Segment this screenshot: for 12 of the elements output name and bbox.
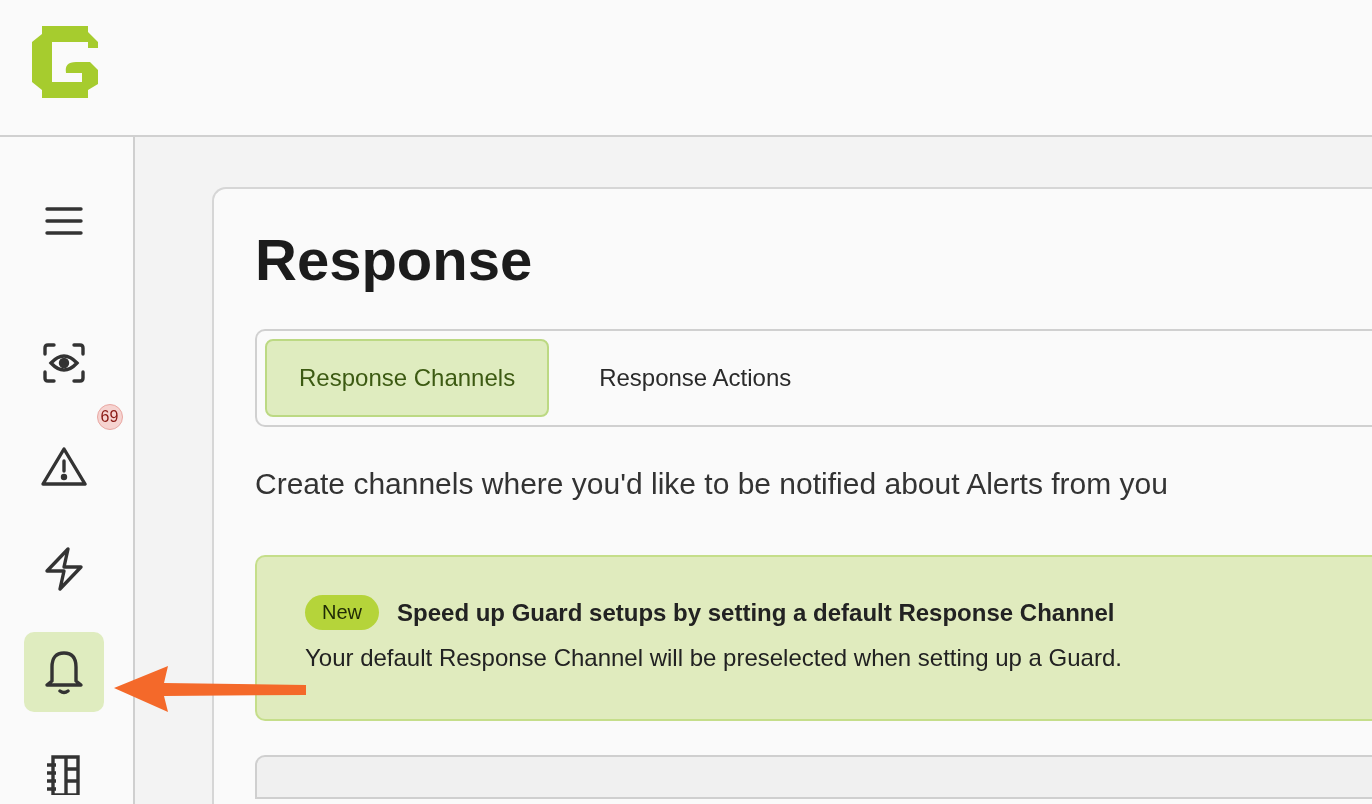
banner-title: Speed up Guard setups by setting a default Response Channel — [397, 598, 1115, 627]
alert-count-badge: 69 — [96, 404, 123, 430]
new-badge: New — [305, 595, 379, 630]
banner-text: Your default Response Channel will be preselected when setting up a Guard. — [305, 644, 1123, 672]
tab[interactable]: Response Channels — [265, 339, 550, 417]
tab[interactable]: Response Actions — [565, 339, 826, 417]
bell-icon[interactable] — [43, 649, 84, 695]
page-description: Create channels where you'd like to be notified about Alerts from you — [255, 467, 1169, 501]
lightning-icon[interactable] — [43, 547, 84, 591]
nav-item-highlight[interactable] — [23, 632, 104, 712]
warning-icon[interactable] — [40, 446, 87, 486]
eye-scan-icon[interactable] — [42, 343, 85, 383]
